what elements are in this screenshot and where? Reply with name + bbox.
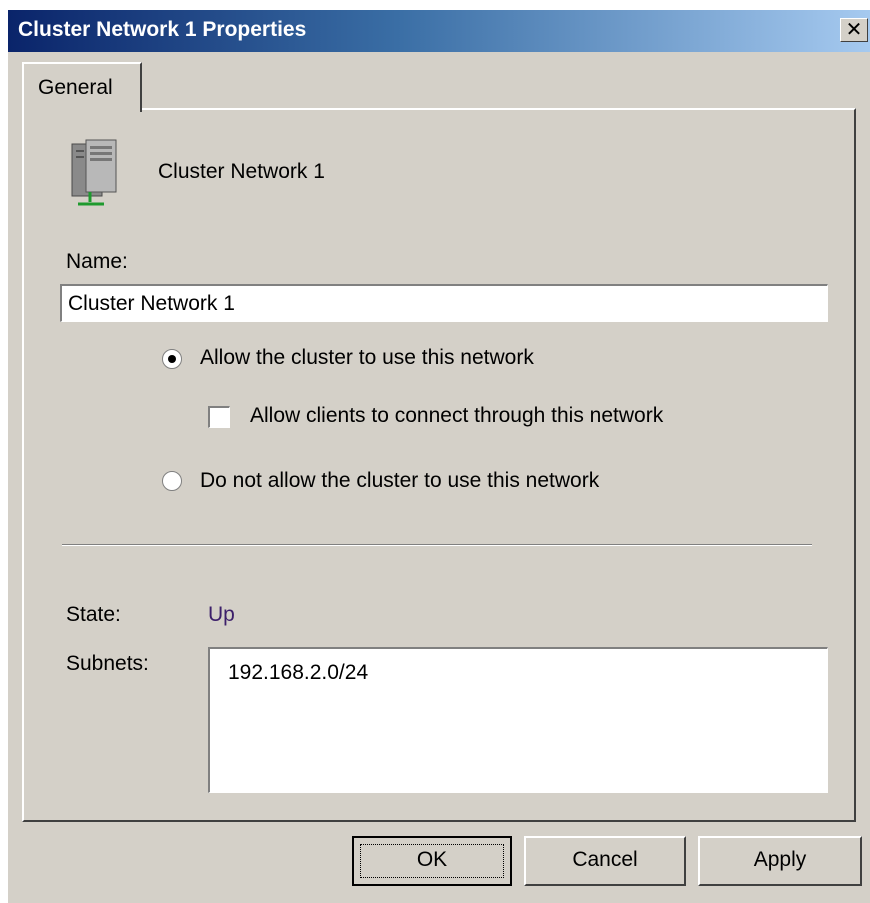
apply-button[interactable]: Apply xyxy=(698,836,862,886)
close-button[interactable]: ✕ xyxy=(840,18,868,42)
allow-cluster-label[interactable]: Allow the cluster to use this network xyxy=(200,346,534,370)
radio-selected-dot xyxy=(168,355,176,363)
tab-general[interactable]: General xyxy=(22,62,142,112)
close-icon: ✕ xyxy=(845,17,863,41)
title-bar[interactable]: Cluster Network 1 Properties ✕ xyxy=(8,10,870,52)
separator-line xyxy=(62,544,812,546)
cluster-network-server-icon xyxy=(71,139,117,206)
subnets-label: Subnets: xyxy=(66,652,149,675)
cancel-button[interactable]: Cancel xyxy=(524,836,686,886)
allow-cluster-radio[interactable] xyxy=(162,349,182,369)
name-field[interactable]: Cluster Network 1 xyxy=(60,284,828,322)
disallow-cluster-radio[interactable] xyxy=(162,471,182,491)
subnets-list[interactable]: 192.168.2.0/24 xyxy=(208,647,828,793)
name-label: Name: xyxy=(66,250,128,273)
state-label: State: xyxy=(66,603,121,626)
cancel-button-label: Cancel xyxy=(572,848,638,871)
allow-clients-label[interactable]: Allow clients to connect through this ne… xyxy=(250,404,663,428)
apply-button-label: Apply xyxy=(753,848,807,871)
ok-button[interactable]: OK xyxy=(352,836,512,886)
state-value: Up xyxy=(208,603,235,626)
network-header-name: Cluster Network 1 xyxy=(158,160,325,183)
window-title: Cluster Network 1 Properties xyxy=(18,18,307,41)
disallow-cluster-label[interactable]: Do not allow the cluster to use this net… xyxy=(200,469,599,493)
ok-button-label: OK xyxy=(416,848,448,871)
subnet-item[interactable]: 192.168.2.0/24 xyxy=(228,661,368,685)
allow-clients-checkbox[interactable] xyxy=(208,406,230,428)
tab-general-label: General xyxy=(38,76,113,99)
